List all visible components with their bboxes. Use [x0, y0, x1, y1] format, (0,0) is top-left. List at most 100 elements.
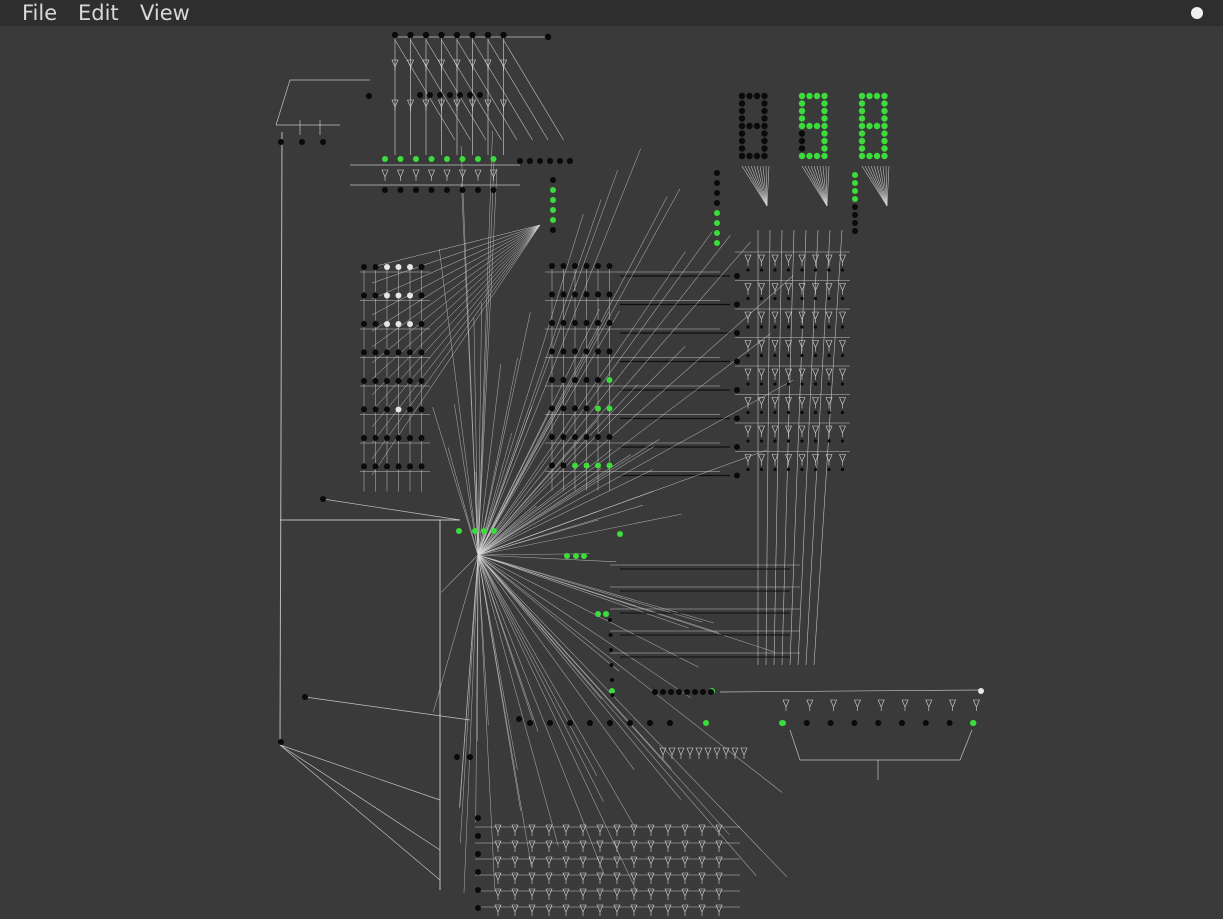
- seven-segment-display: [738, 92, 888, 160]
- node: [583, 405, 590, 412]
- node: [606, 291, 613, 298]
- display-segment: [798, 122, 806, 130]
- node: [567, 158, 573, 164]
- circuit-canvas[interactable]: [0, 26, 1223, 919]
- input-node: [407, 31, 414, 39]
- logic-gate: [494, 856, 502, 868]
- node: [595, 405, 601, 412]
- node: [786, 467, 791, 472]
- node: [407, 321, 413, 327]
- node: [572, 320, 578, 326]
- logic-gate: [511, 840, 519, 852]
- node: [759, 439, 764, 443]
- wire: [477, 235, 731, 556]
- display-segment: [866, 152, 873, 160]
- node: [467, 754, 473, 760]
- display-segment: [821, 137, 828, 145]
- logic-gate: [647, 872, 655, 884]
- node: [759, 467, 764, 472]
- node: [652, 689, 658, 695]
- node: [746, 268, 750, 272]
- input-node: [484, 31, 492, 39]
- display-segment: [761, 137, 768, 145]
- node: [407, 292, 413, 299]
- node: [609, 663, 614, 667]
- logic-gate: [579, 872, 587, 884]
- node: [437, 92, 443, 98]
- wire: [425, 39, 487, 141]
- node: [800, 439, 804, 443]
- display-segment: [866, 122, 873, 130]
- node: [746, 296, 750, 301]
- logic-gate: [528, 888, 536, 900]
- status-dot-icon: [1191, 7, 1203, 19]
- display-segment: [761, 107, 768, 115]
- display-segment: [858, 92, 866, 100]
- node: [734, 358, 740, 365]
- logic-gate: [758, 425, 765, 437]
- wire: [747, 165, 768, 207]
- logic-gate: [713, 747, 721, 759]
- menu-view[interactable]: View: [140, 0, 190, 26]
- node: [384, 435, 390, 441]
- logic-gate: [744, 368, 752, 380]
- display-segment: [798, 92, 806, 100]
- node: [372, 463, 379, 470]
- node: [572, 405, 578, 412]
- wire: [459, 554, 479, 844]
- circuit-diagram[interactable]: [0, 26, 1223, 919]
- wire: [438, 248, 479, 556]
- display-segment: [873, 92, 881, 100]
- logic-gate: [758, 454, 765, 466]
- logic-gate: [798, 368, 806, 380]
- node: [734, 330, 740, 336]
- logic-gate: [528, 872, 536, 884]
- display-segment: [761, 130, 768, 137]
- menu-file[interactable]: File: [22, 0, 57, 26]
- logic-gate: [664, 888, 672, 900]
- node: [595, 434, 601, 440]
- logic-gate: [758, 311, 765, 323]
- logic-gate: [715, 840, 723, 852]
- node: [786, 296, 791, 301]
- node: [746, 410, 750, 415]
- node: [395, 349, 402, 356]
- node: [475, 905, 481, 911]
- wire: [766, 165, 770, 207]
- node: [700, 689, 706, 695]
- display-segment: [738, 152, 746, 160]
- logic-gate: [830, 699, 838, 711]
- node: [384, 463, 390, 470]
- node: [418, 435, 425, 441]
- wire: [477, 554, 691, 698]
- logic-gate: [839, 340, 846, 352]
- menu-edit[interactable]: Edit: [78, 0, 119, 26]
- node: [759, 382, 764, 386]
- logic-gate: [474, 169, 482, 181]
- node: [714, 220, 720, 226]
- wire: [886, 165, 890, 207]
- logic-gate: [613, 824, 621, 836]
- node: [647, 720, 653, 726]
- node: [320, 139, 326, 145]
- node: [395, 435, 402, 441]
- node: [852, 172, 858, 178]
- node: [840, 325, 845, 329]
- node: [852, 204, 858, 210]
- node: [827, 268, 831, 272]
- logic-gate: [528, 840, 536, 852]
- display-segment: [753, 122, 761, 130]
- node: [550, 187, 556, 193]
- node: [813, 439, 818, 443]
- display-segment: [813, 122, 821, 130]
- logic-gate: [785, 454, 792, 466]
- display-segment: [761, 152, 768, 160]
- wire: [279, 744, 441, 801]
- node: [852, 180, 858, 186]
- node: [840, 382, 845, 386]
- display-segment: [866, 92, 873, 100]
- display-segment: [806, 122, 813, 130]
- logic-gate: [579, 840, 587, 852]
- logic-gate: [785, 254, 792, 266]
- display-segment: [798, 107, 806, 115]
